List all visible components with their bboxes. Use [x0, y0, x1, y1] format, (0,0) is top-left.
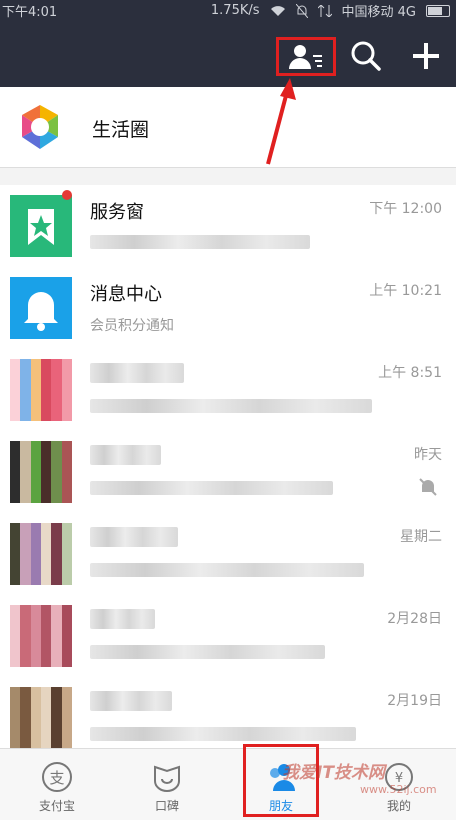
- life-circle-entry[interactable]: 生活圈: [0, 87, 456, 168]
- conversation-title: 消息中心: [90, 284, 162, 305]
- blurred-preview: [90, 563, 364, 577]
- tab-koubei[interactable]: 口碑: [110, 749, 224, 820]
- title-bar: [0, 20, 456, 87]
- blurred-preview: [90, 645, 325, 659]
- conversation-row[interactable]: 2月28日: [0, 595, 456, 678]
- transfer-icon: [317, 4, 332, 17]
- contacts-button[interactable]: [276, 37, 336, 76]
- mute-bell-icon: [295, 3, 308, 18]
- status-time: 下午4:01: [2, 5, 58, 20]
- blurred-title: [90, 527, 178, 547]
- conversation-title: 服务窗: [90, 202, 144, 223]
- watermark-text: 我爱IT技术网: [282, 763, 385, 783]
- watermark-url: www.52ij.com: [360, 783, 437, 796]
- search-icon[interactable]: [348, 38, 384, 74]
- blurred-preview: [90, 481, 333, 495]
- tab-alipay[interactable]: 支 支付宝: [0, 749, 114, 820]
- conversation-time: 上午 8:51: [378, 365, 442, 381]
- koubei-icon: [154, 765, 180, 792]
- add-icon[interactable]: [408, 38, 444, 74]
- conversation-row[interactable]: 消息中心会员积分通知 上午 10:21: [0, 267, 456, 350]
- avatar: [10, 687, 72, 749]
- conversation-time: 星期二: [400, 529, 442, 545]
- conversation-row[interactable]: 服务窗 下午 12:00: [0, 185, 456, 268]
- alipay-icon: 支: [42, 762, 72, 792]
- unread-dot: [62, 190, 72, 200]
- blurred-preview: [90, 235, 310, 249]
- conversation-row[interactable]: 星期二: [0, 513, 456, 596]
- blurred-title: [90, 691, 172, 711]
- star-icon: [10, 195, 72, 257]
- blurred-title: [90, 609, 155, 629]
- mute-icon: [419, 478, 437, 496]
- conversation-row[interactable]: 昨天: [0, 431, 456, 514]
- conversation-time: 下午 12:00: [369, 201, 442, 217]
- svg-text:支: 支: [49, 769, 64, 787]
- life-circle-label: 生活圈: [92, 119, 150, 141]
- blurred-preview: [90, 399, 372, 413]
- blurred-preview: [90, 727, 356, 741]
- conversation-row[interactable]: 上午 8:51: [0, 349, 456, 432]
- avatar: [10, 359, 72, 421]
- life-circle-logo: [22, 105, 58, 149]
- network-speed: 1.75K/s: [210, 3, 260, 18]
- avatar: [10, 605, 72, 667]
- battery-icon: [426, 4, 450, 17]
- wifi-icon: [270, 5, 285, 16]
- conversation-time: 上午 10:21: [369, 283, 442, 299]
- conversation-time: 2月28日: [387, 611, 442, 627]
- contacts-icon: [289, 44, 322, 69]
- blurred-title: [90, 445, 161, 465]
- conversation-preview: 会员积分通知: [90, 318, 174, 334]
- conversation-time: 2月19日: [387, 693, 442, 709]
- carrier: 中国移动 4G: [341, 5, 416, 20]
- status-bar: 下午4:01 1.75K/s 中国移动 4G: [0, 0, 456, 20]
- blurred-title: [90, 363, 184, 383]
- avatar: [10, 441, 72, 503]
- conversation-time: 昨天: [414, 447, 442, 463]
- avatar: [10, 523, 72, 585]
- annotation-arrow: [266, 78, 296, 165]
- bell-icon: [10, 277, 72, 339]
